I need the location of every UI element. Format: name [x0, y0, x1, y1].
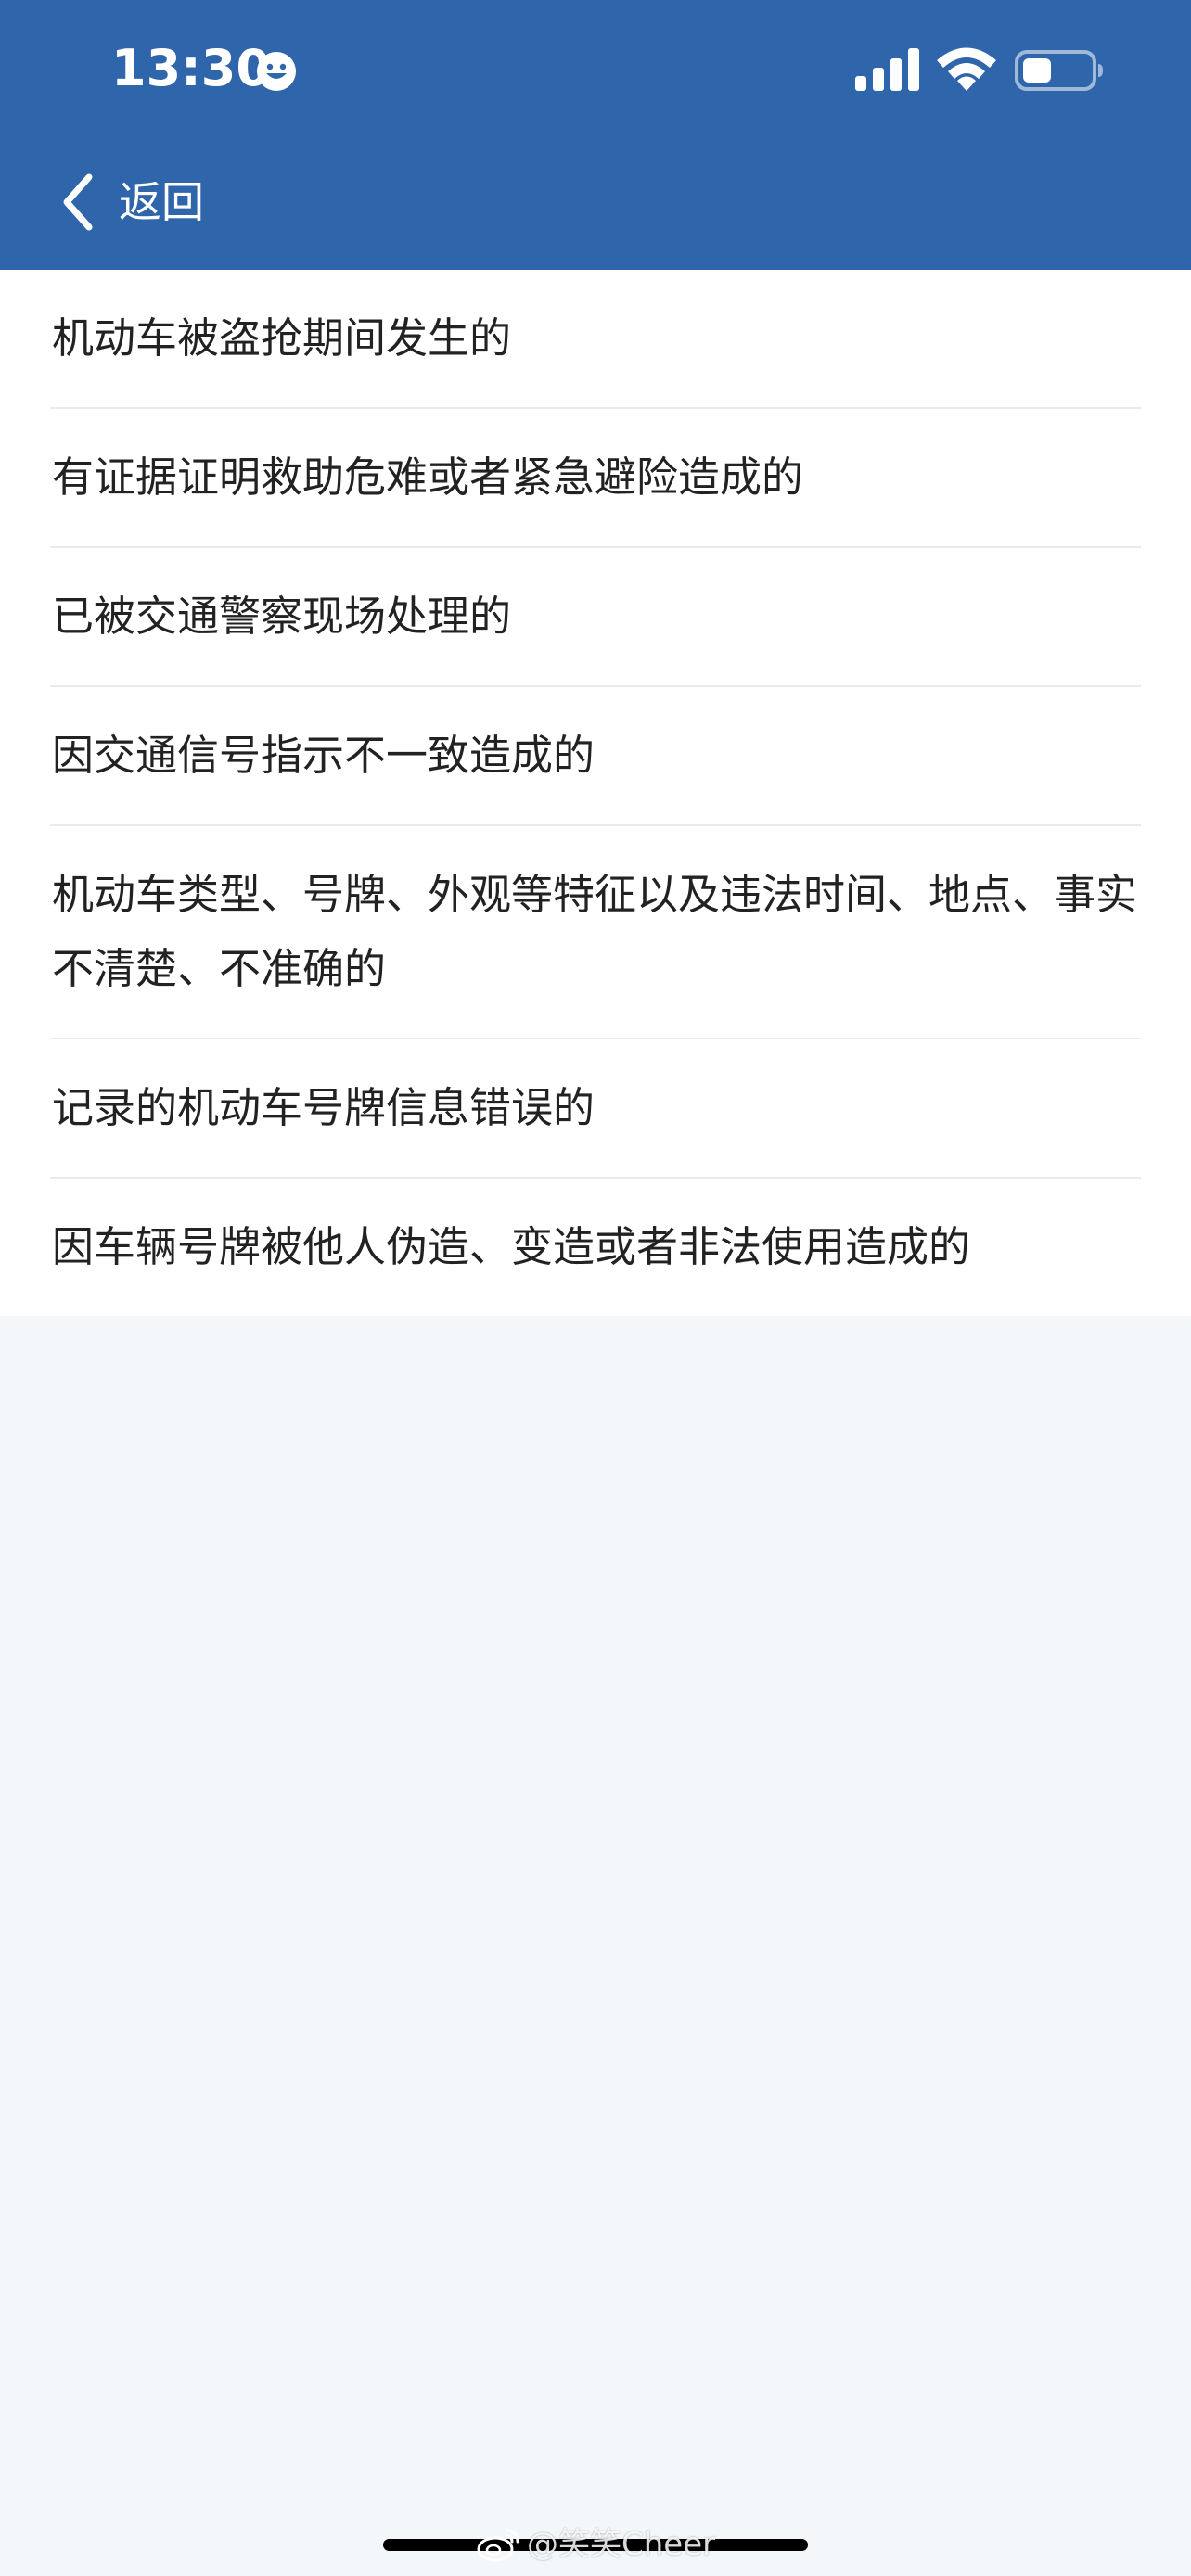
status-bar: 13:30: [0, 0, 1191, 139]
watermark-text: @笑笑Cheer: [527, 2526, 716, 2563]
list-item[interactable]: 因车辆号牌被他人伪造、变造或者非法使用造成的: [0, 1179, 1191, 1316]
list-item[interactable]: 有证据证明救助危难或者紧急避险造成的: [0, 409, 1191, 546]
list-item[interactable]: 机动车被盗抢期间发生的: [0, 270, 1191, 407]
battery-icon: [1015, 50, 1103, 91]
app-header: 13:30 返回: [0, 0, 1191, 270]
nav-bar: 返回: [0, 139, 1191, 270]
signal-icon: [855, 48, 919, 91]
list-item[interactable]: 机动车类型、号牌、外观等特征以及违法时间、地点、事实不清楚、不准确的: [0, 826, 1191, 1038]
list-item[interactable]: 因交通信号指示不一致造成的: [0, 687, 1191, 824]
reason-list: 机动车被盗抢期间发生的 有证据证明救助危难或者紧急避险造成的 已被交通警察现场处…: [0, 270, 1191, 1316]
back-button[interactable]: 返回: [56, 165, 204, 239]
smiley-icon: [257, 52, 296, 91]
list-item[interactable]: 记录的机动车号牌信息错误的: [0, 1039, 1191, 1177]
chevron-left-icon: [63, 173, 93, 231]
watermark: @笑笑Cheer: [477, 2524, 715, 2565]
list-item[interactable]: 已被交通警察现场处理的: [0, 548, 1191, 685]
weibo-icon: [477, 2529, 519, 2562]
back-label: 返回: [119, 177, 204, 227]
status-time: 13:30: [111, 39, 271, 97]
wifi-icon: [937, 47, 996, 91]
